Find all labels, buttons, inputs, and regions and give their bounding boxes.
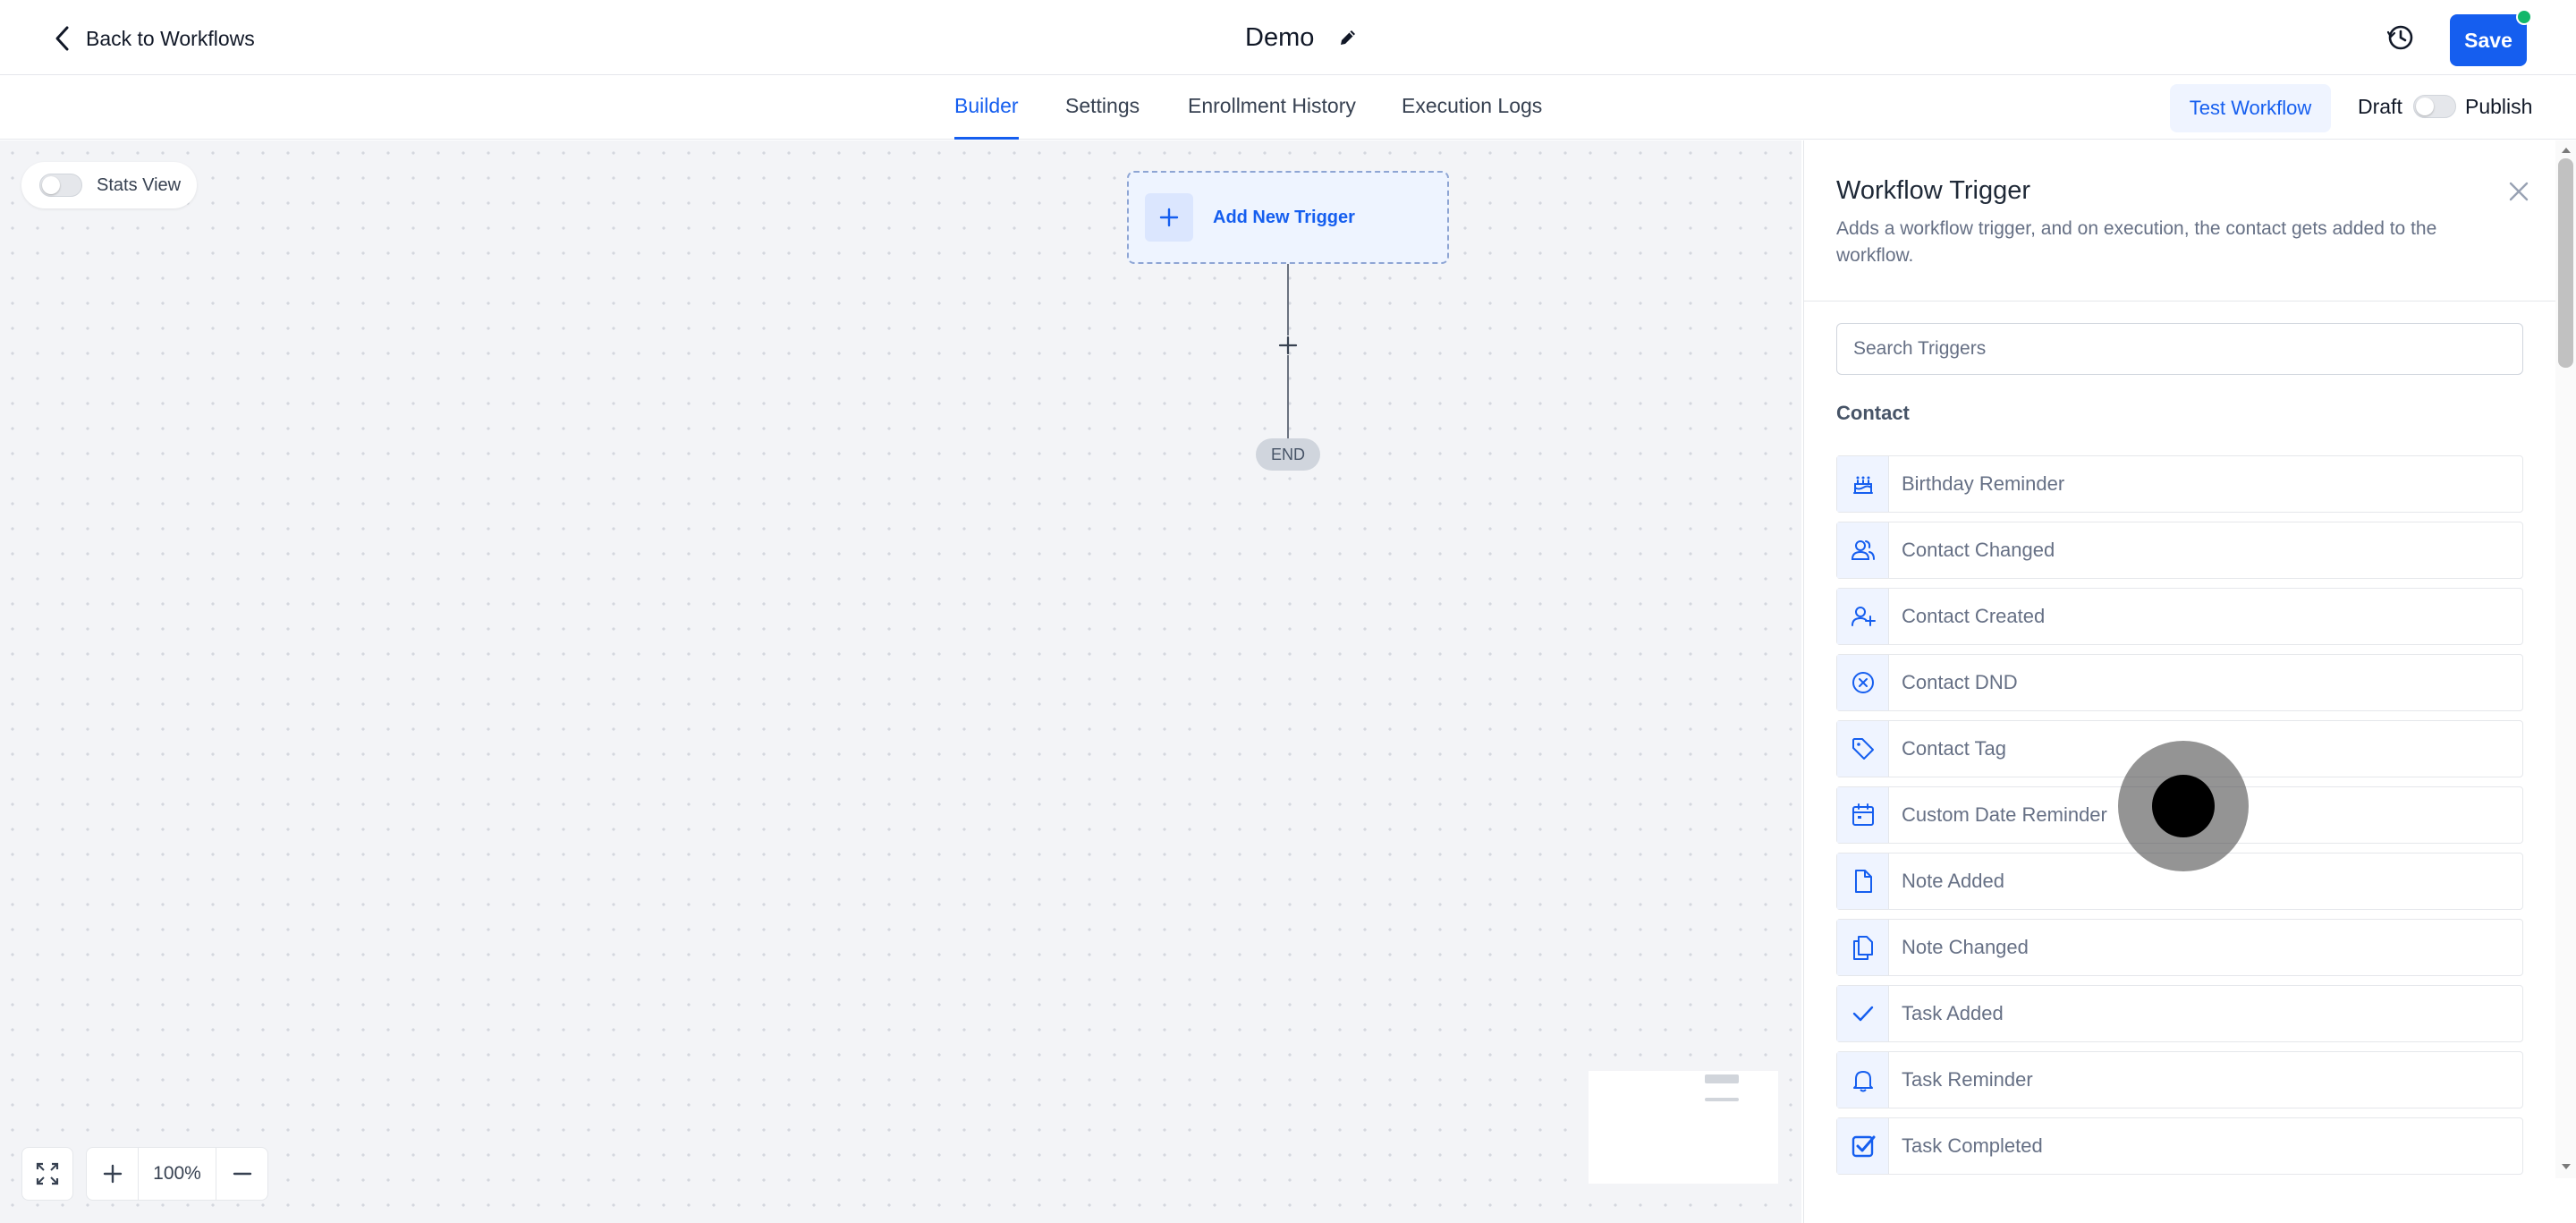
tab-settings[interactable]: Settings	[1065, 75, 1140, 140]
history-icon[interactable]	[2385, 21, 2417, 54]
connector-line	[1287, 355, 1289, 439]
scroll-up-arrow-icon[interactable]	[2560, 144, 2572, 157]
cake-icon	[1837, 456, 1889, 512]
users-icon	[1837, 522, 1889, 578]
trigger-item-label: Task Added	[1902, 1002, 2004, 1024]
stats-view-toggle[interactable]	[39, 174, 82, 197]
trigger-item-contact-changed[interactable]: Contact Changed	[1836, 522, 2523, 579]
trigger-item-task-reminder[interactable]: Task Reminder	[1836, 1051, 2523, 1108]
trigger-item-label: Birthday Reminder	[1902, 472, 2065, 495]
minimap-end-node	[1705, 1098, 1739, 1101]
trigger-item-task-added[interactable]: Task Added	[1836, 985, 2523, 1042]
minus-icon	[233, 1172, 251, 1176]
pencil-icon[interactable]	[1337, 27, 1359, 48]
trigger-item-label: Note Added	[1902, 870, 2004, 892]
trigger-item-label: Note Changed	[1902, 936, 2029, 958]
search-triggers-input[interactable]	[1836, 323, 2523, 375]
minimap-trigger-node	[1705, 1074, 1739, 1083]
draft-label: Draft	[2358, 95, 2402, 118]
trigger-item-note-changed[interactable]: Note Changed	[1836, 919, 2523, 976]
user-plus-icon	[1837, 589, 1889, 644]
add-trigger-label: Add New Trigger	[1213, 207, 1355, 227]
tag-icon	[1837, 721, 1889, 777]
check-icon	[1837, 986, 1889, 1041]
trigger-item-task-completed[interactable]: Task Completed	[1836, 1117, 2523, 1175]
save-button[interactable]: Save	[2450, 14, 2527, 66]
trigger-item-label: Task Reminder	[1902, 1068, 2033, 1091]
minimap[interactable]	[1589, 1071, 1778, 1184]
add-new-trigger-node[interactable]: Add New Trigger	[1127, 171, 1449, 264]
workflow-canvas[interactable]: Stats View Add New Trigger END 100%	[0, 140, 1801, 1223]
x-circle-icon	[1837, 655, 1889, 710]
tab-enrollment-history[interactable]: Enrollment History	[1188, 75, 1356, 140]
copy-file-icon	[1837, 920, 1889, 975]
section-label-contact: Contact	[1836, 402, 1910, 424]
expand-icon	[36, 1162, 59, 1185]
chevron-left-icon	[55, 26, 69, 51]
stats-view-control: Stats View	[21, 162, 197, 208]
publish-toggle[interactable]	[2413, 95, 2456, 118]
plus-icon	[1145, 193, 1193, 242]
plus-icon	[103, 1164, 122, 1184]
tab-execution-logs[interactable]: Execution Logs	[1402, 75, 1542, 140]
end-node: END	[1256, 438, 1320, 471]
panel-scrollbar-thumb[interactable]	[2558, 158, 2573, 368]
zoom-out-button[interactable]	[216, 1148, 267, 1200]
close-icon[interactable]	[2505, 178, 2532, 205]
trigger-item-contact-dnd[interactable]: Contact DND	[1836, 654, 2523, 711]
check-square-icon	[1837, 1118, 1889, 1174]
panel-header: Workflow Trigger Adds a workflow trigger…	[1804, 140, 2555, 302]
workflow-title: Demo	[1245, 22, 1315, 52]
back-link-label: Back to Workflows	[86, 26, 255, 50]
zoom-control-group: 100%	[86, 1147, 268, 1201]
trigger-item-label: Contact Created	[1902, 605, 2046, 627]
test-workflow-button[interactable]: Test Workflow	[2170, 84, 2331, 132]
panel-description: Adds a workflow trigger, and on executio…	[1836, 218, 2437, 266]
trigger-item-birthday-reminder[interactable]: Birthday Reminder	[1836, 455, 2523, 513]
calendar-icon	[1837, 787, 1889, 843]
stats-view-label: Stats View	[97, 174, 182, 195]
trigger-item-contact-created[interactable]: Contact Created	[1836, 588, 2523, 645]
connector-line	[1287, 264, 1289, 335]
workflow-trigger-panel: Workflow Trigger Adds a workflow trigger…	[1803, 140, 2576, 1223]
zoom-level: 100%	[153, 1163, 201, 1184]
trigger-item-label: Contact Tag	[1902, 737, 2007, 760]
panel-title: Workflow Trigger	[1836, 176, 2031, 205]
add-step-plus-icon[interactable]	[1277, 335, 1299, 356]
trigger-item-label: Task Completed	[1902, 1134, 2043, 1157]
fit-view-button[interactable]	[21, 1147, 73, 1201]
file-icon	[1837, 854, 1889, 909]
status-dot	[2516, 9, 2532, 25]
back-to-workflows-link[interactable]: Back to Workflows	[52, 21, 255, 55]
trigger-item-label: Contact Changed	[1902, 539, 2055, 561]
trigger-item-label: Contact DND	[1902, 671, 2018, 693]
click-indicator-dot	[2152, 775, 2215, 837]
workflow-title-area: Demo	[1245, 18, 1359, 57]
trigger-item-label: Custom Date Reminder	[1902, 803, 2107, 826]
zoom-in-button[interactable]	[87, 1148, 139, 1200]
publish-label: Publish	[2465, 95, 2533, 118]
bell-icon	[1837, 1052, 1889, 1108]
tabs-bar: Builder Settings Enrollment History Exec…	[0, 75, 2576, 140]
scroll-down-arrow-icon[interactable]	[2560, 1160, 2572, 1173]
tab-builder[interactable]: Builder	[954, 75, 1019, 140]
top-header: Back to Workflows Demo Save	[0, 0, 2576, 75]
